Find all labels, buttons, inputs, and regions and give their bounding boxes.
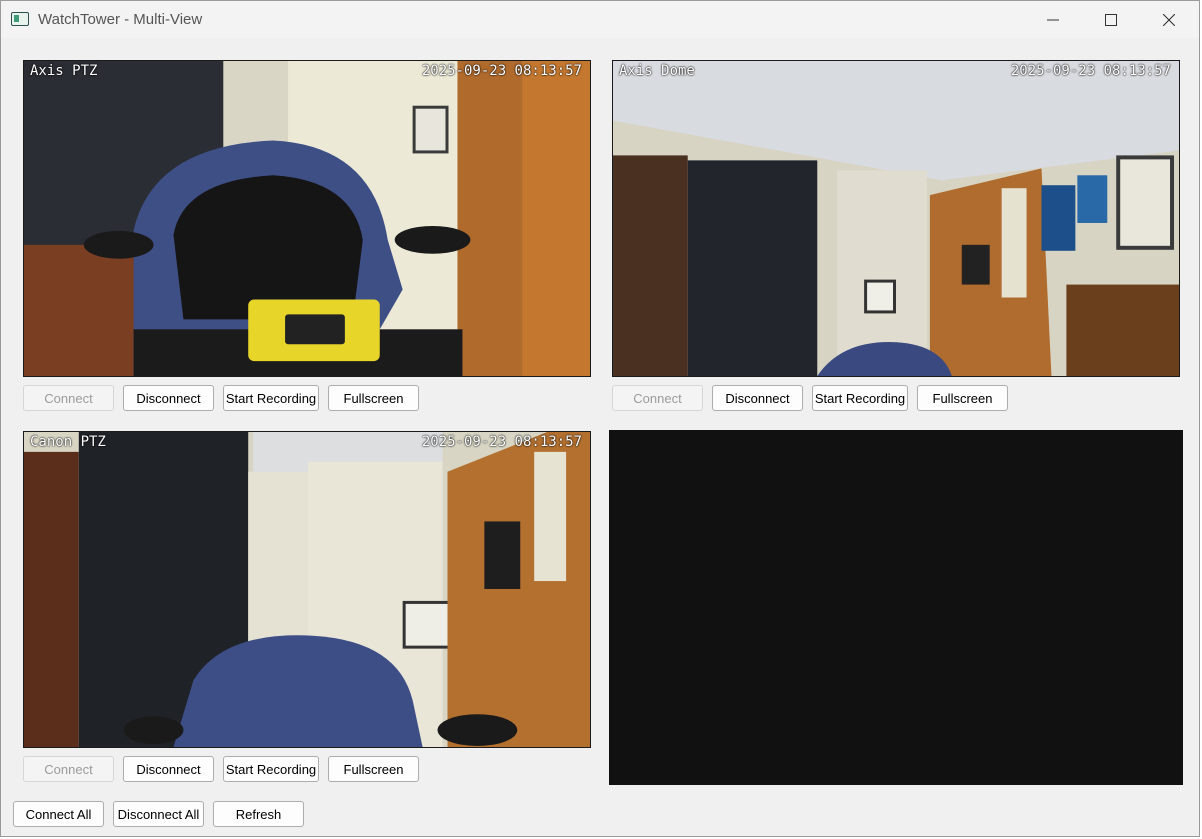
close-icon xyxy=(1163,13,1175,26)
fullscreen-button-axis-ptz[interactable]: Fullscreen xyxy=(328,385,419,411)
window-title: WatchTower - Multi-View xyxy=(38,11,203,28)
fullscreen-button-axis-dome[interactable]: Fullscreen xyxy=(917,385,1008,411)
maximize-button[interactable] xyxy=(1082,1,1140,38)
camera-timestamp: 2025-09-23 08:13:57 xyxy=(1010,63,1171,79)
camera-feed-image xyxy=(613,61,1179,376)
empty-camera-slot xyxy=(609,430,1183,785)
camera-timestamp: 2025-09-23 08:13:57 xyxy=(421,434,582,450)
camera-view-canon-ptz[interactable]: Canon PTZ 2025-09-23 08:13:57 xyxy=(23,431,591,748)
camera-feed-image xyxy=(24,432,590,747)
disconnect-button-axis-dome[interactable]: Disconnect xyxy=(712,385,803,411)
camera-feed-image xyxy=(24,61,590,376)
connect-button-axis-dome[interactable]: Connect xyxy=(612,385,703,411)
camera-timestamp: 2025-09-23 08:13:57 xyxy=(421,63,582,79)
camera-name-label: Axis PTZ xyxy=(30,63,98,79)
camera-view-axis-ptz[interactable]: Axis PTZ 2025-09-23 08:13:57 xyxy=(23,60,591,377)
refresh-button[interactable]: Refresh xyxy=(213,801,304,827)
disconnect-all-button[interactable]: Disconnect All xyxy=(113,801,204,827)
app-icon xyxy=(11,12,29,26)
close-button[interactable] xyxy=(1140,1,1198,38)
main-window: WatchTower - Multi-View Axis PTZ 2025-09… xyxy=(0,0,1200,837)
connect-all-button[interactable]: Connect All xyxy=(13,801,104,827)
start-recording-button-canon-ptz[interactable]: Start Recording xyxy=(223,756,319,782)
connect-button-canon-ptz[interactable]: Connect xyxy=(23,756,114,782)
fullscreen-button-canon-ptz[interactable]: Fullscreen xyxy=(328,756,419,782)
disconnect-button-axis-ptz[interactable]: Disconnect xyxy=(123,385,214,411)
minimize-icon xyxy=(1047,19,1059,20)
start-recording-button-axis-dome[interactable]: Start Recording xyxy=(812,385,908,411)
connect-button-axis-ptz[interactable]: Connect xyxy=(23,385,114,411)
camera-view-axis-dome[interactable]: Axis Dome 2025-09-23 08:13:57 xyxy=(612,60,1180,377)
maximize-icon xyxy=(1105,13,1117,26)
disconnect-button-canon-ptz[interactable]: Disconnect xyxy=(123,756,214,782)
camera-name-label: Axis Dome xyxy=(619,63,695,79)
minimize-button[interactable] xyxy=(1024,1,1082,38)
start-recording-button-axis-ptz[interactable]: Start Recording xyxy=(223,385,319,411)
camera-name-label: Canon PTZ xyxy=(30,434,106,450)
title-bar[interactable]: WatchTower - Multi-View xyxy=(1,1,1199,38)
